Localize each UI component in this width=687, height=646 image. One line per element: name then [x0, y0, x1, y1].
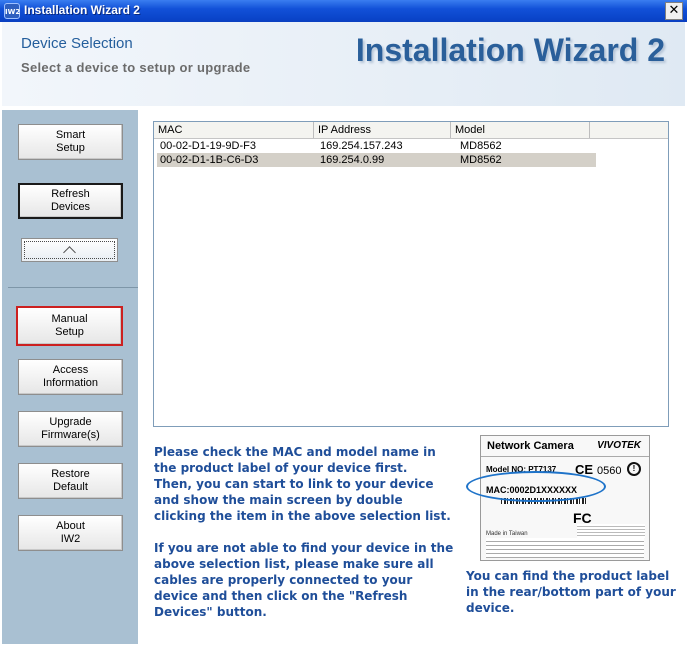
instructions: Please check the MAC and model name in t… [154, 444, 454, 620]
collapse-button[interactable] [21, 238, 118, 262]
column-header-model[interactable]: Model [451, 122, 590, 138]
label-compliance-text [486, 538, 644, 558]
access-information-button[interactable]: Access Information [18, 359, 123, 395]
label-made-in: Made in Taiwan [486, 531, 528, 537]
window-title: Installation Wizard 2 [24, 3, 140, 17]
manual-setup-button[interactable]: Manual Setup [16, 306, 123, 346]
instruction-paragraph-3: If you are not able to find your device … [154, 541, 454, 619]
manual-setup-label: Manual Setup [51, 313, 88, 338]
device-list[interactable]: MAC IP Address Model 00-02-D1-19-9D-F3 1… [153, 121, 669, 427]
refresh-devices-button[interactable]: Refresh Devices [18, 183, 123, 219]
mac-highlight-oval [466, 471, 606, 502]
smart-setup-label: Smart Setup [55, 129, 86, 154]
about-button[interactable]: About IW2 [18, 515, 123, 551]
column-header-mac[interactable]: MAC [154, 122, 314, 138]
instruction-paragraph-1: Please check the MAC and model name in t… [154, 445, 436, 475]
title-bar[interactable]: IW2 Installation Wizard 2 ✕ [0, 0, 687, 22]
app-icon: IW2 [4, 3, 20, 19]
brand-title: Installation Wizard 2 [355, 32, 665, 68]
refresh-devices-label: Refresh Devices [50, 188, 91, 213]
device-row[interactable]: 00-02-D1-19-9D-F3 169.254.157.243 MD8562 [157, 139, 596, 153]
close-button[interactable]: ✕ [665, 2, 683, 20]
vivotek-logo: VIVOTEK [597, 440, 641, 451]
upgrade-firmware-button[interactable]: Upgrade Firmware(s) [18, 411, 123, 447]
label-cert-number: 0560 [597, 465, 622, 477]
restore-default-label: Restore Default [51, 468, 90, 493]
access-information-label: Access Information [42, 364, 99, 389]
device-model: MD8562 [460, 140, 502, 152]
upgrade-firmware-label: Upgrade Firmware(s) [41, 416, 100, 441]
section-title: Device Selection [21, 35, 133, 52]
column-header-ip[interactable]: IP Address [314, 122, 451, 138]
alert-icon: ! [627, 462, 641, 476]
device-list-header: MAC IP Address Model [154, 122, 668, 139]
instruction-paragraph-2: Then, you can start to link to your devi… [154, 477, 451, 523]
device-mac: 00-02-D1-19-9D-F3 [160, 140, 256, 152]
device-ip: 169.254.157.243 [320, 140, 403, 152]
smart-setup-button[interactable]: Smart Setup [18, 124, 123, 160]
installation-wizard-window: IW2 Installation Wizard 2 ✕ Device Selec… [0, 0, 687, 646]
label-product-name: Network Camera [487, 440, 574, 452]
label-location-note: You can find the product label in the re… [466, 569, 676, 615]
label-fine-print [577, 524, 645, 538]
device-mac: 00-02-D1-1B-C6-D3 [160, 154, 259, 166]
sidebar-separator [8, 287, 138, 288]
about-label: About IW2 [56, 520, 85, 545]
section-subtitle: Select a device to setup or upgrade [21, 60, 251, 75]
device-ip: 169.254.0.99 [320, 154, 385, 166]
restore-default-button[interactable]: Restore Default [18, 463, 123, 499]
label-header: Network Camera VIVOTEK [481, 436, 649, 457]
device-model: MD8562 [460, 154, 502, 166]
device-row-selected[interactable]: 00-02-D1-1B-C6-D3 169.254.0.99 MD8562 [157, 153, 596, 167]
